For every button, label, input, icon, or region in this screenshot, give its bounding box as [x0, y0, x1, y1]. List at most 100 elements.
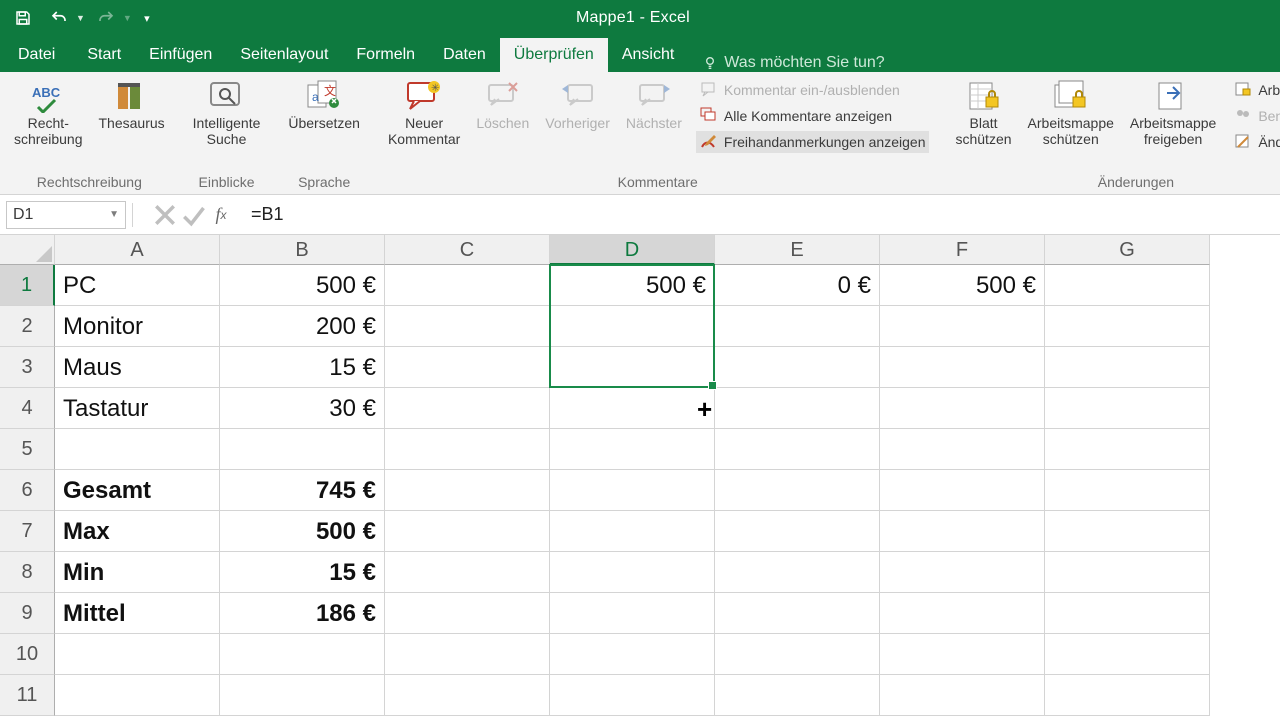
save-button[interactable]	[8, 4, 38, 32]
cell[interactable]	[1045, 347, 1210, 388]
cell[interactable]	[55, 634, 220, 675]
row-header[interactable]: 6	[0, 470, 55, 511]
cell[interactable]	[1045, 511, 1210, 552]
column-header[interactable]: A	[55, 235, 220, 265]
cell[interactable]	[715, 675, 880, 716]
column-header[interactable]: D	[550, 235, 715, 265]
row-header[interactable]: 3	[0, 347, 55, 388]
show-all-comments-button[interactable]: Alle Kommentare anzeigen	[696, 105, 930, 127]
cell[interactable]	[1045, 429, 1210, 470]
name-box[interactable]: D1 ▼	[6, 201, 126, 229]
cell[interactable]: 15 €	[220, 552, 385, 593]
cell[interactable]	[385, 470, 550, 511]
column-header[interactable]: F	[880, 235, 1045, 265]
row-header[interactable]: 7	[0, 511, 55, 552]
next-comment-button[interactable]: Nächster	[618, 77, 690, 133]
select-all-corner[interactable]	[0, 235, 55, 265]
row-header[interactable]: 5	[0, 429, 55, 470]
cell[interactable]: 200 €	[220, 306, 385, 347]
redo-dropdown-icon[interactable]: ▼	[123, 13, 132, 23]
cell[interactable]	[1045, 593, 1210, 634]
show-ink-button[interactable]: Freihandanmerkungen anzeigen	[696, 131, 930, 153]
tab-start[interactable]: Start	[73, 38, 135, 72]
cell[interactable]	[550, 634, 715, 675]
cell[interactable]	[880, 634, 1045, 675]
formula-input[interactable]	[241, 201, 1280, 229]
tell-me-search[interactable]: Was möchten Sie tun?	[688, 54, 898, 72]
row-header[interactable]: 2	[0, 306, 55, 347]
tab-insert[interactable]: Einfügen	[135, 38, 226, 72]
cell[interactable]	[715, 511, 880, 552]
tab-data[interactable]: Daten	[429, 38, 500, 72]
cell[interactable]	[385, 388, 550, 429]
cell[interactable]	[880, 511, 1045, 552]
toggle-comment-button[interactable]: Kommentar ein-/ausblenden	[696, 79, 930, 101]
cancel-formula-button[interactable]	[151, 201, 179, 229]
cell[interactable]	[715, 347, 880, 388]
cell[interactable]: Gesamt	[55, 470, 220, 511]
insert-function-button[interactable]: fx	[207, 201, 235, 229]
undo-button[interactable]	[44, 4, 74, 32]
cell[interactable]	[1045, 306, 1210, 347]
share-workbook-button[interactable]: Arbeitsmappe freigeben	[1122, 77, 1224, 149]
cell[interactable]	[550, 593, 715, 634]
cell[interactable]: Tastatur	[55, 388, 220, 429]
cell[interactable]	[715, 306, 880, 347]
cell[interactable]	[880, 552, 1045, 593]
tab-file[interactable]: Datei	[0, 38, 73, 72]
cell[interactable]	[715, 470, 880, 511]
cell[interactable]	[715, 634, 880, 675]
cell[interactable]	[715, 429, 880, 470]
cell[interactable]: 745 €	[220, 470, 385, 511]
cell[interactable]	[385, 265, 550, 306]
previous-comment-button[interactable]: Vorheriger	[537, 77, 618, 133]
cell[interactable]	[385, 552, 550, 593]
cell[interactable]: 186 €	[220, 593, 385, 634]
cell[interactable]	[385, 593, 550, 634]
cell[interactable]: 30 €	[220, 388, 385, 429]
track-changes-button[interactable]: Änderun	[1230, 131, 1280, 153]
column-header[interactable]: G	[1045, 235, 1210, 265]
column-header[interactable]: C	[385, 235, 550, 265]
row-header[interactable]: 1	[0, 265, 55, 306]
cell[interactable]	[1045, 265, 1210, 306]
row-header[interactable]: 9	[0, 593, 55, 634]
cell[interactable]	[880, 470, 1045, 511]
tab-pagelayout[interactable]: Seitenlayout	[226, 38, 342, 72]
cell[interactable]	[550, 511, 715, 552]
cell[interactable]	[385, 634, 550, 675]
cell[interactable]: 500 €	[880, 265, 1045, 306]
cell[interactable]	[715, 388, 880, 429]
cell[interactable]	[220, 429, 385, 470]
cell[interactable]	[880, 388, 1045, 429]
cell[interactable]	[55, 429, 220, 470]
cell[interactable]	[880, 429, 1045, 470]
column-header[interactable]: E	[715, 235, 880, 265]
cell[interactable]: Mittel	[55, 593, 220, 634]
protect-sheet-button[interactable]: Blatt schützen	[947, 77, 1019, 149]
cell[interactable]	[550, 306, 715, 347]
cell[interactable]: Monitor	[55, 306, 220, 347]
cell[interactable]	[385, 675, 550, 716]
cell[interactable]	[880, 675, 1045, 716]
protect-share-button[interactable]: Arbeitsm	[1230, 79, 1280, 101]
cell[interactable]	[1045, 634, 1210, 675]
cell[interactable]	[550, 470, 715, 511]
cell[interactable]	[550, 388, 715, 429]
allow-users-button[interactable]: Benutzer	[1230, 105, 1280, 127]
cell[interactable]: Max	[55, 511, 220, 552]
undo-dropdown-icon[interactable]: ▼	[76, 13, 85, 23]
cell[interactable]	[385, 511, 550, 552]
cell[interactable]	[715, 593, 880, 634]
cell[interactable]	[385, 347, 550, 388]
cell[interactable]	[1045, 552, 1210, 593]
spreadsheet-grid[interactable]: ABCDEFG 1PC500 €500 €0 €500 €2Monitor200…	[0, 235, 1280, 716]
new-comment-button[interactable]: ✳ Neuer Kommentar	[380, 77, 468, 149]
cell[interactable]	[220, 634, 385, 675]
translate-button[interactable]: a文 Übersetzen	[280, 77, 368, 133]
cell[interactable]	[550, 552, 715, 593]
cell[interactable]	[385, 306, 550, 347]
cell[interactable]: 500 €	[220, 265, 385, 306]
thesaurus-button[interactable]: Thesaurus	[91, 77, 173, 133]
customize-qat-button[interactable]: ▾	[138, 4, 156, 32]
